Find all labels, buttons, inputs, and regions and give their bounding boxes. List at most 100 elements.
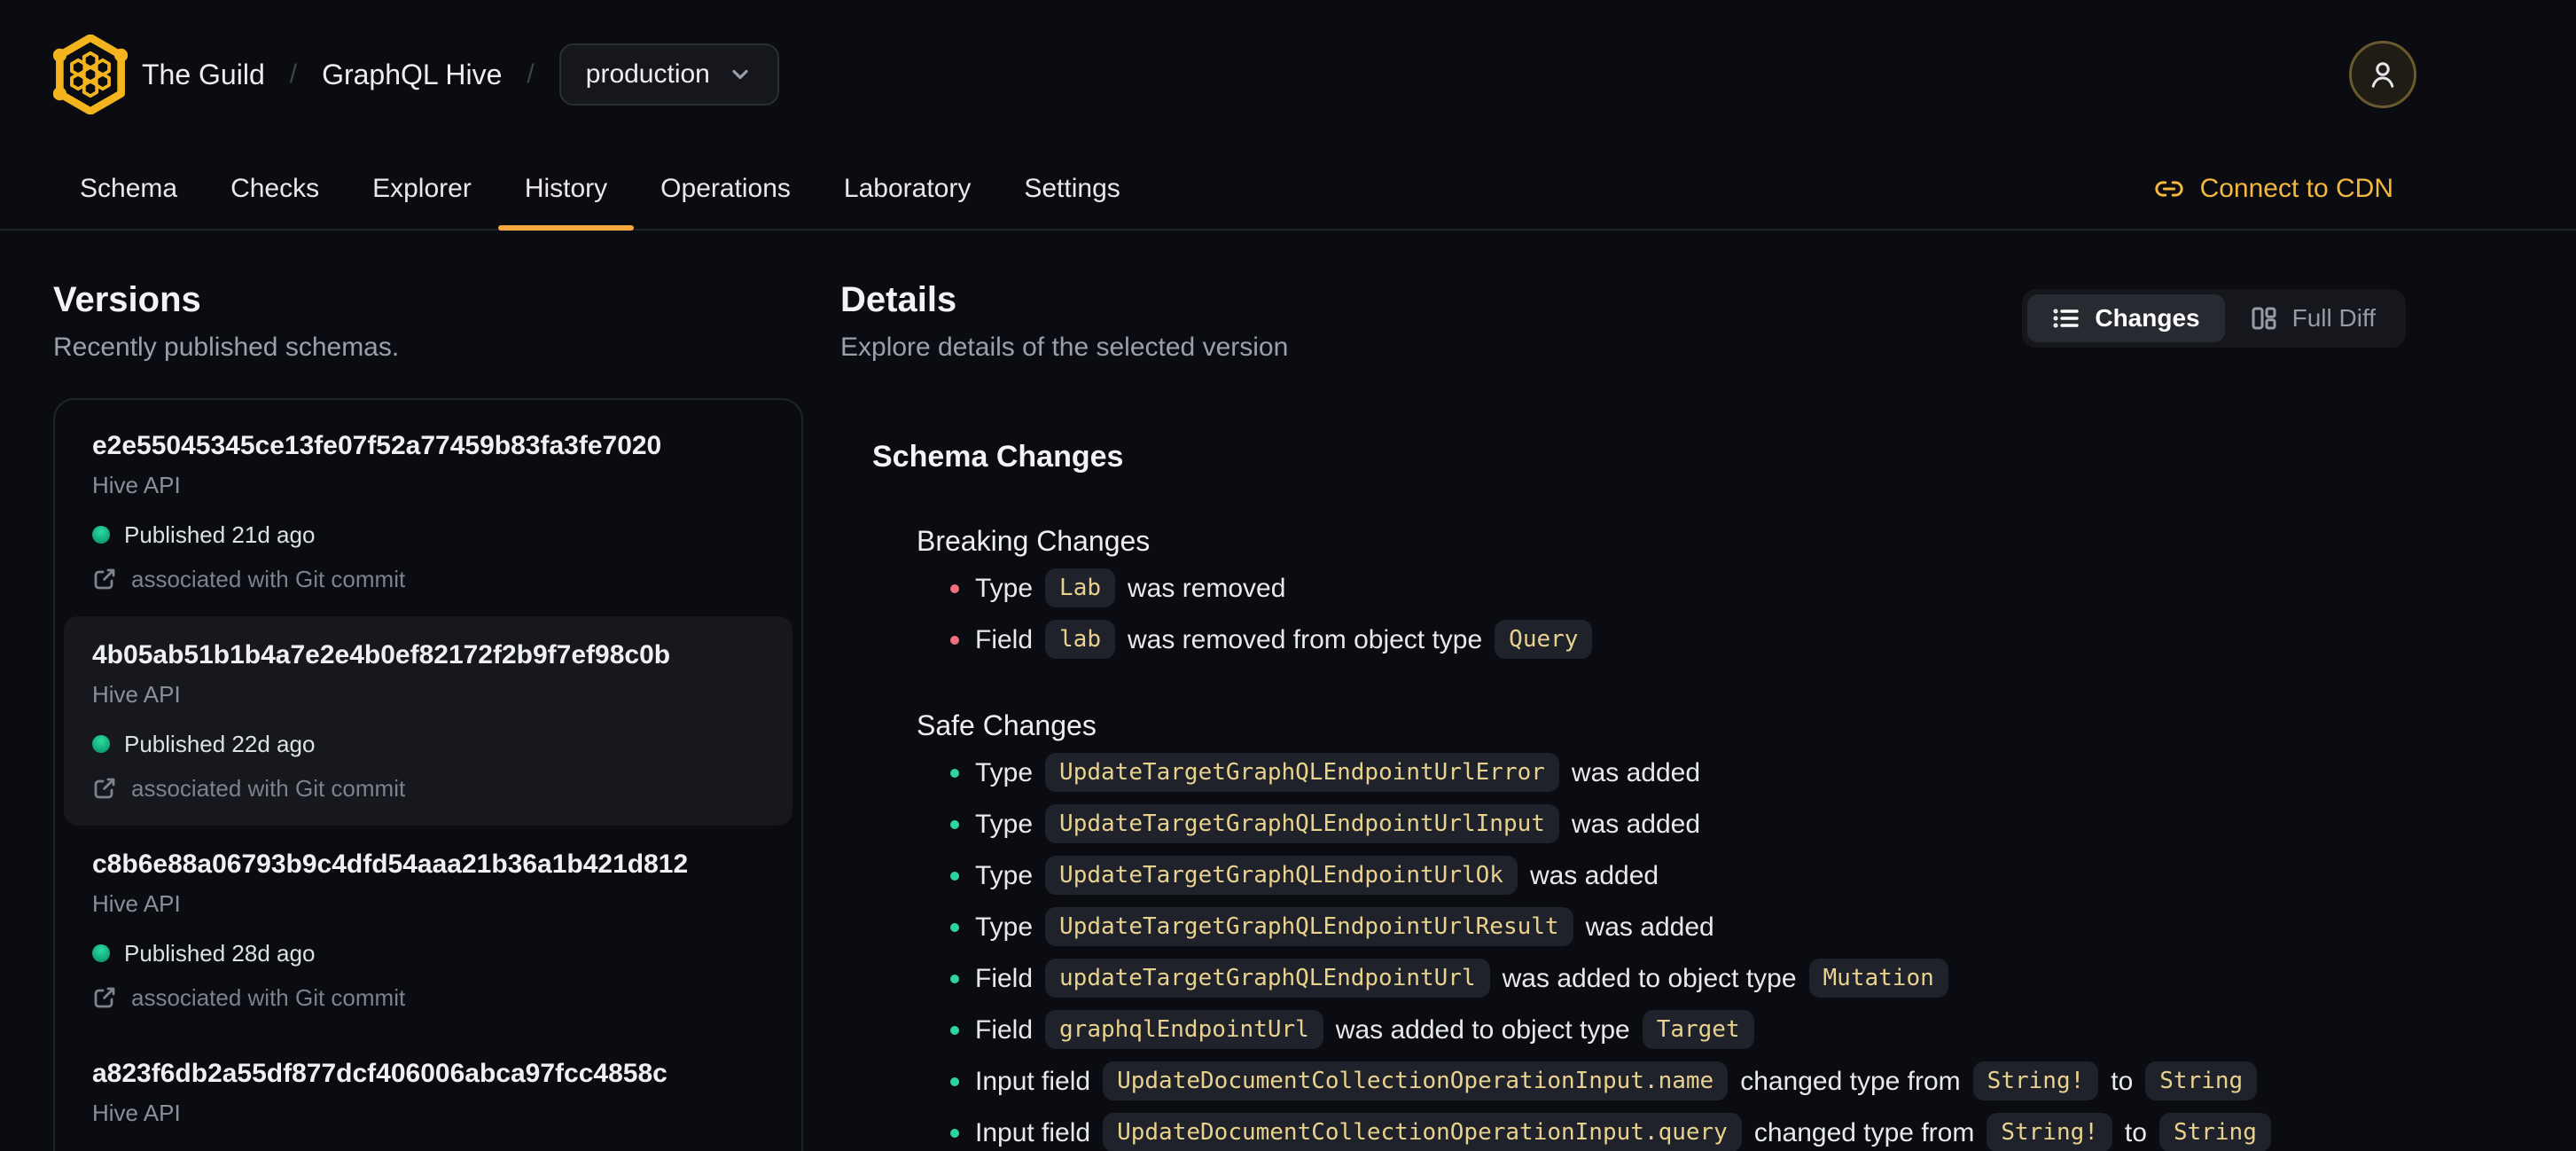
version-hash: 4b05ab51b1b4a7e2e4b0ef82172f2b9f7ef98c0b bbox=[92, 640, 671, 669]
main-content: Versions Recently published schemas. e2e… bbox=[0, 231, 2576, 1151]
git-commit-link[interactable]: associated with Git commit bbox=[92, 563, 764, 595]
version-card[interactable]: a823f6db2a55df877dcf406006abca97fcc4858c… bbox=[64, 1035, 792, 1151]
version-hash: e2e55045345ce13fe07f52a77459b83fa3fe7020 bbox=[92, 431, 662, 460]
published-label: Published 21d ago bbox=[124, 521, 316, 548]
target-selector-value: production bbox=[585, 59, 710, 89]
published-label: Published 28d ago bbox=[124, 940, 316, 967]
change-text: was added bbox=[1571, 758, 1701, 787]
code-badge: String bbox=[2145, 1061, 2258, 1100]
external-link-icon bbox=[94, 778, 115, 799]
change-group-title: Breaking Changes bbox=[917, 525, 1151, 557]
code-badge: UpdateTargetGraphQLEndpointUrlInput bbox=[1045, 804, 1559, 843]
version-card[interactable]: 4b05ab51b1b4a7e2e4b0ef82172f2b9f7ef98c0b… bbox=[64, 616, 792, 826]
code-badge: updateTargetGraphQLEndpointUrl bbox=[1045, 959, 1490, 998]
topbar: The Guild / GraphQL Hive / production bbox=[0, 0, 2576, 149]
change-text: changed type from bbox=[1753, 1118, 1975, 1147]
target-selector[interactable]: production bbox=[558, 43, 779, 106]
tab-operations[interactable]: Operations bbox=[634, 149, 817, 229]
service-name: Hive API bbox=[92, 472, 181, 498]
change-text: Input field bbox=[975, 1118, 1091, 1147]
schema-changes-section: Schema Changes Breaking Changes Type Lab w… bbox=[840, 437, 2406, 1151]
change-group-title: Safe Changes bbox=[917, 709, 1097, 741]
code-badge: String bbox=[2158, 1113, 2271, 1151]
schema-changes-title: Schema Changes bbox=[872, 440, 1124, 474]
code-badge: UpdateTargetGraphQLEndpointUrlError bbox=[1045, 753, 1559, 792]
git-commit-label: associated with Git commit bbox=[131, 566, 406, 592]
tab-schema[interactable]: Schema bbox=[53, 149, 204, 229]
change-text: Input field bbox=[975, 1067, 1091, 1096]
published-status-dot bbox=[92, 735, 110, 753]
code-badge: UpdateTargetGraphQLEndpointUrlOk bbox=[1045, 856, 1518, 895]
external-link-icon bbox=[94, 568, 115, 590]
changes-toggle-button[interactable]: Changes bbox=[2027, 294, 2225, 342]
breadcrumb-org[interactable]: The Guild bbox=[142, 59, 265, 91]
chevron-down-icon bbox=[728, 62, 753, 87]
code-badge: Query bbox=[1495, 620, 1593, 659]
full-diff-toggle-button[interactable]: Full Diff bbox=[2225, 294, 2400, 342]
schema-change-item: Type UpdateTargetGraphQLEndpointUrlError w… bbox=[950, 753, 2406, 794]
changes-toggle-label: Changes bbox=[2095, 304, 2200, 332]
breadcrumb-project[interactable]: GraphQL Hive bbox=[322, 59, 502, 91]
full-diff-toggle-label: Full Diff bbox=[2291, 304, 2376, 332]
breadcrumb-separator: / bbox=[289, 59, 298, 89]
details-panel: Details Explore details of the selected … bbox=[840, 280, 2406, 1151]
version-card[interactable]: c8b6e88a06793b9c4dfd54aaa21b36a1b421d812… bbox=[64, 826, 792, 1035]
change-text: Type bbox=[975, 758, 1034, 787]
connect-to-cdn-button[interactable]: Connect to CDN bbox=[2154, 149, 2393, 229]
list-icon bbox=[2053, 309, 2080, 328]
published-status: Published 22d ago bbox=[92, 728, 764, 760]
tab-checks[interactable]: Checks bbox=[204, 149, 346, 229]
schema-change-item: Input field UpdateDocumentCollectionOpera… bbox=[950, 1113, 2406, 1151]
version-hash: c8b6e88a06793b9c4dfd54aaa21b36a1b421d812 bbox=[92, 850, 689, 879]
change-text: was added bbox=[1529, 861, 1659, 890]
external-link-icon bbox=[94, 987, 115, 1008]
user-icon bbox=[2371, 62, 2394, 88]
change-text: was added to object type bbox=[1502, 964, 1797, 993]
git-commit-label: associated with Git commit bbox=[131, 775, 406, 802]
change-text: Field bbox=[975, 625, 1034, 654]
published-status-dot bbox=[92, 526, 110, 544]
published-status: Published 40d ago bbox=[92, 1147, 764, 1151]
change-groups: Breaking Changes Type Lab was removed Field… bbox=[872, 522, 2406, 1151]
columns-icon bbox=[2252, 307, 2276, 330]
code-badge: Target bbox=[1642, 1010, 1754, 1049]
service-name: Hive API bbox=[92, 1100, 181, 1126]
change-text: Field bbox=[975, 1015, 1034, 1045]
version-card[interactable]: e2e55045345ce13fe07f52a77459b83fa3fe7020… bbox=[64, 407, 792, 616]
schema-change-item: Field updateTargetGraphQLEndpointUrl was a… bbox=[950, 959, 2406, 999]
connect-to-cdn-label: Connect to CDN bbox=[2199, 174, 2393, 203]
code-badge: Mutation bbox=[1808, 959, 1948, 998]
user-menu-button[interactable] bbox=[2349, 41, 2416, 108]
change-text: was removed bbox=[1128, 574, 1286, 603]
git-commit-link[interactable]: associated with Git commit bbox=[92, 982, 764, 1014]
schema-change-item: Field lab was removed from object type Quer… bbox=[950, 620, 2406, 661]
breadcrumb: The Guild / GraphQL Hive / production bbox=[142, 43, 779, 106]
hive-logo-icon[interactable] bbox=[53, 35, 128, 114]
git-commit-link[interactable]: associated with Git commit bbox=[92, 772, 764, 804]
change-group: Safe Changes Type UpdateTargetGraphQLEndp… bbox=[872, 707, 2406, 1151]
code-badge: UpdateDocumentCollectionOperationInput.q… bbox=[1103, 1113, 1742, 1151]
published-status-dot bbox=[92, 944, 110, 962]
change-text: Type bbox=[975, 574, 1034, 603]
versions-panel: Versions Recently published schemas. e2e… bbox=[53, 280, 803, 1151]
code-badge: lab bbox=[1045, 620, 1115, 659]
change-text: was added to object type bbox=[1335, 1015, 1630, 1045]
version-hash: a823f6db2a55df877dcf406006abca97fcc4858c bbox=[92, 1059, 667, 1088]
schema-change-item: Type UpdateTargetGraphQLEndpointUrlResult… bbox=[950, 907, 2406, 948]
tab-history[interactable]: History bbox=[497, 149, 634, 231]
change-text: to bbox=[2111, 1067, 2134, 1096]
schema-change-item: Type Lab was removed bbox=[950, 568, 2406, 609]
published-status: Published 28d ago bbox=[92, 937, 764, 969]
view-toggle: Changes Full Diff bbox=[2022, 289, 2406, 348]
change-text: Type bbox=[975, 810, 1034, 839]
tab-explorer[interactable]: Explorer bbox=[346, 149, 498, 229]
schema-change-item: Input field UpdateDocumentCollectionOpera… bbox=[950, 1061, 2406, 1102]
tab-settings[interactable]: Settings bbox=[997, 149, 1146, 229]
code-badge: String! bbox=[1972, 1061, 2099, 1100]
main-nav: Schema Checks Explorer History Operations Lab… bbox=[0, 149, 2576, 231]
published-label: Published 22d ago bbox=[124, 731, 316, 757]
change-group: Breaking Changes Type Lab was removed Field… bbox=[872, 522, 2406, 661]
breadcrumb-separator: / bbox=[527, 59, 535, 89]
tab-laboratory[interactable]: Laboratory bbox=[817, 149, 997, 229]
change-text: Type bbox=[975, 912, 1034, 942]
